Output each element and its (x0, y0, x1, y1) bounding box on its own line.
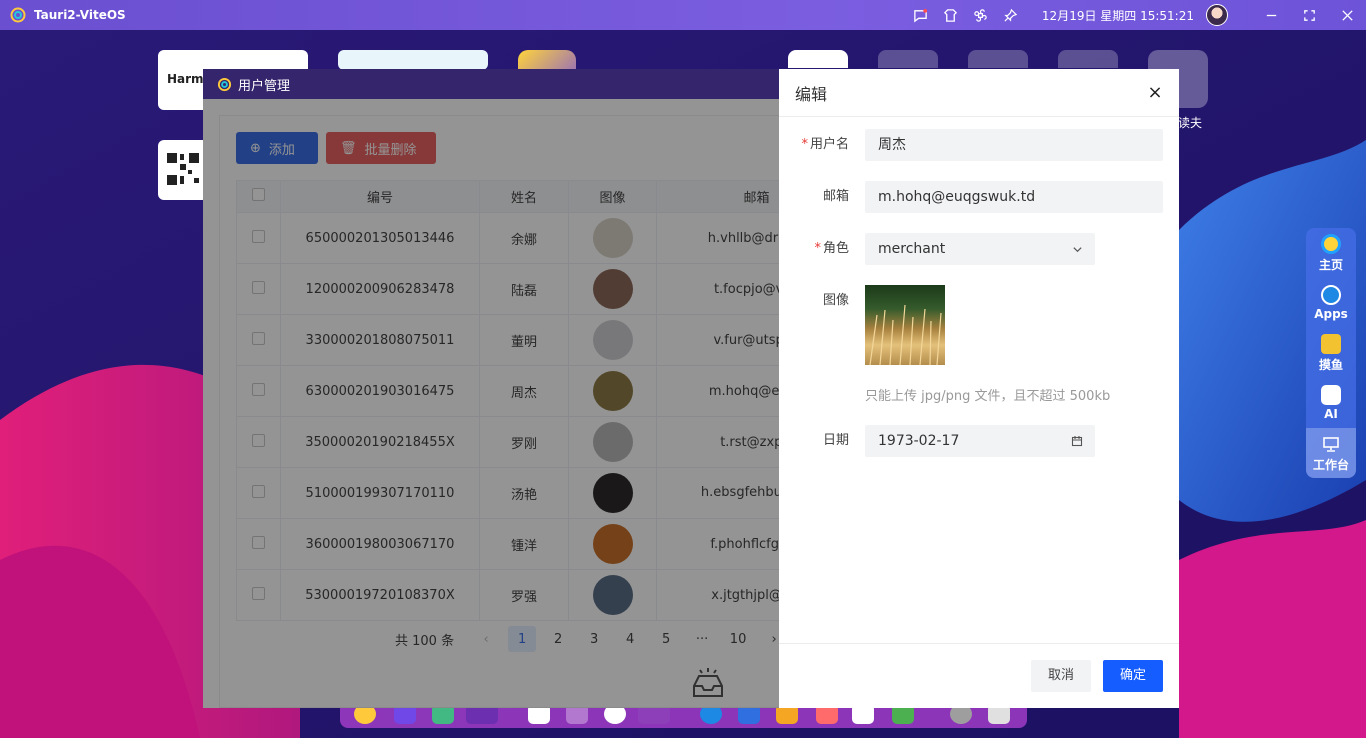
email-input[interactable]: m.hohq@euqgswuk.td (865, 181, 1163, 213)
drawer-header: 编辑 (779, 69, 1179, 117)
app-folder-tools-icon[interactable] (1058, 50, 1118, 68)
tauri-logo-icon (10, 7, 26, 23)
shirt-icon[interactable] (936, 0, 966, 30)
dock-item-fish[interactable]: 摸鱼 (1306, 328, 1356, 378)
minimize-icon[interactable] (1252, 0, 1290, 30)
drawer-title: 编辑 (795, 81, 827, 105)
pin-icon[interactable] (996, 0, 1026, 30)
drawer-footer: 取消 确定 (779, 643, 1179, 708)
qr-code-widget[interactable] (158, 140, 208, 200)
dock-item-apps-label: Apps (1314, 307, 1348, 321)
role-select-value: merchant (878, 241, 945, 257)
avatar-label: 图像 (779, 285, 849, 317)
role-label-text: 角色 (823, 241, 849, 256)
app-folder-tables-icon[interactable] (878, 50, 938, 68)
drawer-overlay-mask[interactable] (203, 99, 779, 708)
close-icon[interactable] (1328, 0, 1366, 30)
email-label: 邮箱 (779, 181, 849, 213)
maximize-icon[interactable] (1290, 0, 1328, 30)
upload-hint: 只能上传 jpg/png 文件，且不超过 500kb (865, 385, 1110, 404)
dock-item-home-label: 主页 (1319, 256, 1343, 273)
required-mark: * (801, 137, 808, 152)
date-picker-value: 1973-02-17 (878, 433, 959, 449)
date-picker[interactable]: 1973-02-17 (865, 425, 1095, 457)
dock-item-workbench[interactable]: 工作台 (1306, 428, 1356, 478)
username-label: *用户名 (779, 129, 849, 161)
robot-icon (1321, 385, 1341, 405)
dock-item-fish-label: 摸鱼 (1319, 356, 1343, 373)
avatar-upload-preview[interactable] (865, 285, 945, 365)
tauri-logo-icon (217, 77, 232, 92)
window-title: 用户管理 (238, 75, 290, 94)
app-folder-users-icon[interactable] (968, 50, 1028, 68)
dock-item-home[interactable]: 主页 (1306, 228, 1356, 278)
role-label: *角色 (779, 233, 849, 265)
chevron-down-icon (1072, 233, 1083, 267)
dock-item-ai[interactable]: AI (1306, 378, 1356, 428)
desktop-widget[interactable] (338, 50, 488, 70)
calendar-icon (1071, 425, 1083, 459)
compass-icon (1321, 285, 1341, 305)
required-mark: * (814, 241, 821, 256)
edit-drawer: 编辑 × *用户名 周杰 邮箱 m.hohq@euqgswuk.td *角色 m… (779, 69, 1179, 708)
user-avatar[interactable] (1206, 4, 1228, 26)
os-title: Tauri2-ViteOS (34, 8, 126, 22)
dock-item-workbench-label: 工作台 (1313, 456, 1349, 473)
home-icon (1321, 234, 1341, 254)
confirm-button[interactable]: 确定 (1103, 660, 1163, 692)
drawer-close-button[interactable]: × (1145, 83, 1165, 103)
app-launcher-icon[interactable] (788, 50, 848, 68)
date-label: 日期 (779, 425, 849, 457)
dock-item-ai-label: AI (1324, 407, 1338, 421)
app-folder-label: 读夫 (1178, 114, 1202, 131)
username-label-text: 用户名 (810, 137, 849, 152)
chat-icon[interactable] (906, 0, 936, 30)
dock-item-apps[interactable]: Apps (1306, 278, 1356, 328)
monitor-icon (1321, 434, 1341, 454)
command-icon[interactable] (966, 0, 996, 30)
system-topbar: Tauri2-ViteOS 12月19日 星期四 15:51:21 (0, 0, 1366, 30)
right-dock: 主页 Apps 摸鱼 AI 工作台 (1306, 228, 1356, 478)
duck-icon (1321, 334, 1341, 354)
clock: 12月19日 星期四 15:51:21 (1042, 7, 1194, 24)
role-select[interactable]: merchant (865, 233, 1095, 265)
cancel-button[interactable]: 取消 (1031, 660, 1091, 692)
username-input[interactable]: 周杰 (865, 129, 1163, 161)
